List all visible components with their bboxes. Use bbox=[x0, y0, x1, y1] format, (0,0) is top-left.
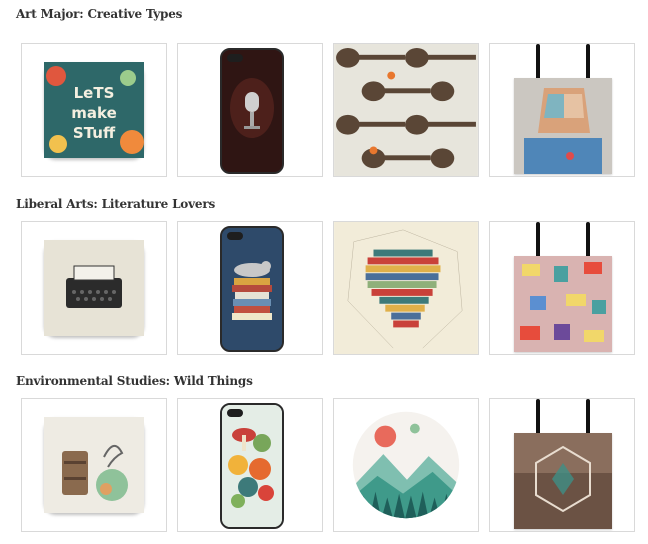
product-tile[interactable] bbox=[489, 221, 635, 355]
tote-handle bbox=[586, 399, 590, 437]
product-tile[interactable] bbox=[177, 398, 323, 532]
tote-bag-image bbox=[514, 78, 612, 174]
section-title-art-major: Art Major: Creative Types bbox=[16, 7, 183, 21]
section-title-environmental-studies: Environmental Studies: Wild Things bbox=[16, 374, 253, 388]
camera-cutout bbox=[227, 232, 243, 240]
product-tile[interactable]: LeTS make STuff bbox=[21, 43, 167, 177]
svg-text:STuff: STuff bbox=[73, 124, 116, 142]
svg-text:make: make bbox=[71, 104, 117, 122]
tote-handle bbox=[586, 44, 590, 82]
tote-bag-image bbox=[514, 433, 612, 529]
throw-pillow-image bbox=[44, 417, 144, 513]
art-print-image bbox=[334, 44, 478, 176]
product-tile[interactable] bbox=[21, 398, 167, 532]
tote-handle bbox=[536, 222, 540, 260]
phone-case-image bbox=[220, 48, 284, 174]
art-print-image bbox=[334, 399, 478, 531]
phone-case-image bbox=[220, 226, 284, 352]
throw-pillow-image bbox=[44, 240, 144, 336]
section-title-liberal-arts: Liberal Arts: Literature Lovers bbox=[16, 197, 215, 211]
product-tile[interactable] bbox=[489, 43, 635, 177]
product-tile[interactable] bbox=[177, 221, 323, 355]
tote-bag-image bbox=[514, 256, 612, 352]
phone-case-image bbox=[220, 403, 284, 529]
camera-cutout bbox=[227, 409, 243, 417]
product-tile[interactable] bbox=[21, 221, 167, 355]
camera-cutout bbox=[227, 54, 243, 62]
art-print-image bbox=[334, 222, 478, 354]
tote-handle bbox=[536, 44, 540, 82]
throw-pillow-image: LeTS make STuff bbox=[44, 62, 144, 158]
product-tile[interactable] bbox=[333, 398, 479, 532]
tote-handle bbox=[586, 222, 590, 260]
product-tile[interactable] bbox=[333, 43, 479, 177]
product-tile[interactable] bbox=[177, 43, 323, 177]
svg-text:LeTS: LeTS bbox=[74, 84, 115, 102]
tote-handle bbox=[536, 399, 540, 437]
product-tile[interactable] bbox=[333, 221, 479, 355]
product-tile[interactable] bbox=[489, 398, 635, 532]
